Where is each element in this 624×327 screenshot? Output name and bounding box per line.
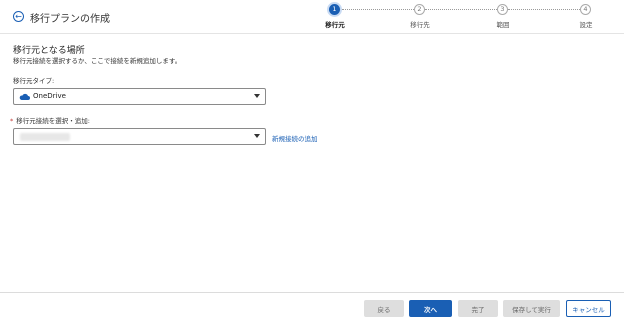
cancel-button[interactable]: キャンセル	[566, 300, 611, 317]
finish-button[interactable]: 完了	[458, 300, 498, 317]
next-button[interactable]: 次へ	[409, 300, 452, 317]
step-3-label: 範囲	[496, 21, 510, 29]
save-and-run-button[interactable]: 保存して実行	[503, 300, 560, 317]
redacted-connection-value	[20, 133, 70, 141]
connection-label: * 移行元接続を選択・追加:	[10, 115, 90, 125]
step-2-label: 移行先	[410, 21, 430, 29]
connection-select[interactable]	[13, 128, 266, 145]
step-2-indicator[interactable]: 2	[414, 4, 425, 15]
onedrive-cloud-icon	[19, 93, 30, 100]
stepper-connector	[342, 9, 414, 10]
step-3-indicator[interactable]: 3	[497, 4, 508, 15]
source-type-label: 移行元タイプ:	[13, 77, 55, 85]
wizard-stepper: 1 移行元 2 移行先 3 範囲 4 設定	[0, 0, 624, 33]
required-indicator: *	[10, 117, 14, 125]
source-type-value: OneDrive	[33, 92, 66, 100]
step-4-label: 設定	[579, 21, 593, 29]
chevron-down-icon	[254, 94, 260, 98]
back-button[interactable]: 戻る	[364, 300, 404, 317]
step-4-indicator[interactable]: 4	[580, 4, 591, 15]
step-1-label: 移行元	[325, 21, 345, 29]
step-1-indicator[interactable]: 1	[329, 4, 340, 15]
stepper-connector	[508, 9, 580, 10]
connection-label-text: 移行元接続を選択・追加:	[16, 117, 90, 125]
source-type-select[interactable]: OneDrive	[13, 88, 266, 105]
chevron-down-icon	[254, 134, 260, 138]
add-new-connection-link[interactable]: 新規接続の追加	[272, 133, 318, 143]
header-bar: ← 移行プランの作成 1 移行元 2 移行先 3 範囲 4 設定	[0, 0, 624, 34]
section-description: 移行元接続を選択するか、ここで接続を新規追加します。	[13, 57, 182, 65]
stepper-connector	[425, 9, 497, 10]
